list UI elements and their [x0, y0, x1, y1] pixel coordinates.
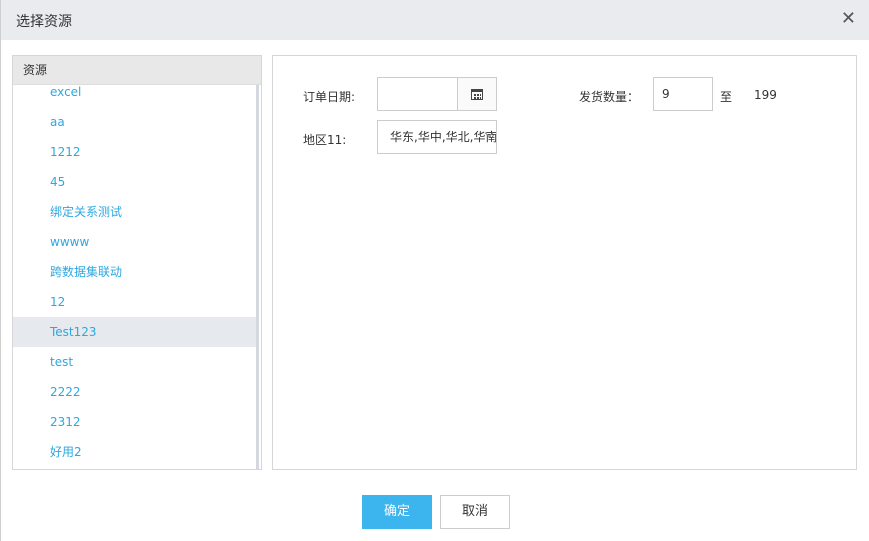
dialog-title: 选择资源 — [16, 14, 72, 30]
ship-quantity-max-value: 199 — [754, 88, 777, 102]
filter-panel: 订单日期: 发货数量： 9 至 199 地区11: 华东,华中,华北,华南 — [272, 55, 857, 470]
resource-list-item[interactable]: Test123 — [13, 317, 256, 347]
resource-list-item[interactable]: 好用2 — [13, 437, 256, 467]
region-select-value: 华东,华中,华北,华南 — [390, 130, 497, 144]
resource-list-item[interactable]: wwww — [13, 227, 256, 257]
resource-list: excel aa 1212 45 绑定关系测试 wwww 跨数据集联动 12 Test123 te… — [13, 85, 256, 467]
resource-list-scroll[interactable]: excel aa 1212 45 绑定关系测试 wwww 跨数据集联动 12 Test123 te… — [13, 85, 259, 469]
confirm-button[interactable]: 确定 — [362, 495, 432, 529]
region-label: 地区11: — [303, 133, 347, 147]
resource-list-item[interactable]: 绑定关系测试 — [13, 197, 256, 227]
resource-panel-header: 资源 — [13, 56, 261, 85]
resource-list-item[interactable]: 45 — [13, 167, 256, 197]
resource-list-item[interactable]: aa — [13, 107, 256, 137]
cancel-button[interactable]: 取消 — [440, 495, 510, 529]
resource-list-item[interactable]: 12 — [13, 287, 256, 317]
select-resource-dialog: 选择资源 ✕ 资源 excel aa 1212 45 绑定关系测试 wwww 跨数据集联动 1… — [0, 0, 869, 541]
resource-list-item[interactable]: 2222 — [13, 377, 256, 407]
resource-panel: 资源 excel aa 1212 45 绑定关系测试 wwww 跨数据集联动 12 Test12… — [12, 55, 262, 470]
resource-list-item[interactable]: 跨数据集联动 — [13, 257, 256, 287]
calendar-icon — [471, 89, 483, 100]
resource-list-item[interactable]: test — [13, 347, 256, 377]
date-picker-button[interactable] — [457, 77, 497, 111]
resource-list-item[interactable]: 1212 — [13, 137, 256, 167]
dialog-titlebar: 选择资源 ✕ — [1, 0, 869, 40]
close-icon[interactable]: ✕ — [841, 9, 856, 29]
order-date-label: 订单日期: — [303, 90, 356, 104]
range-to-label: 至 — [720, 90, 733, 104]
region-select[interactable]: 华东,华中,华北,华南 — [377, 120, 497, 154]
ship-quantity-label: 发货数量： — [579, 90, 640, 104]
ship-quantity-min-input[interactable]: 9 — [653, 77, 713, 111]
resource-list-item[interactable]: 2312 — [13, 407, 256, 437]
resource-list-item[interactable]: excel — [13, 85, 256, 107]
